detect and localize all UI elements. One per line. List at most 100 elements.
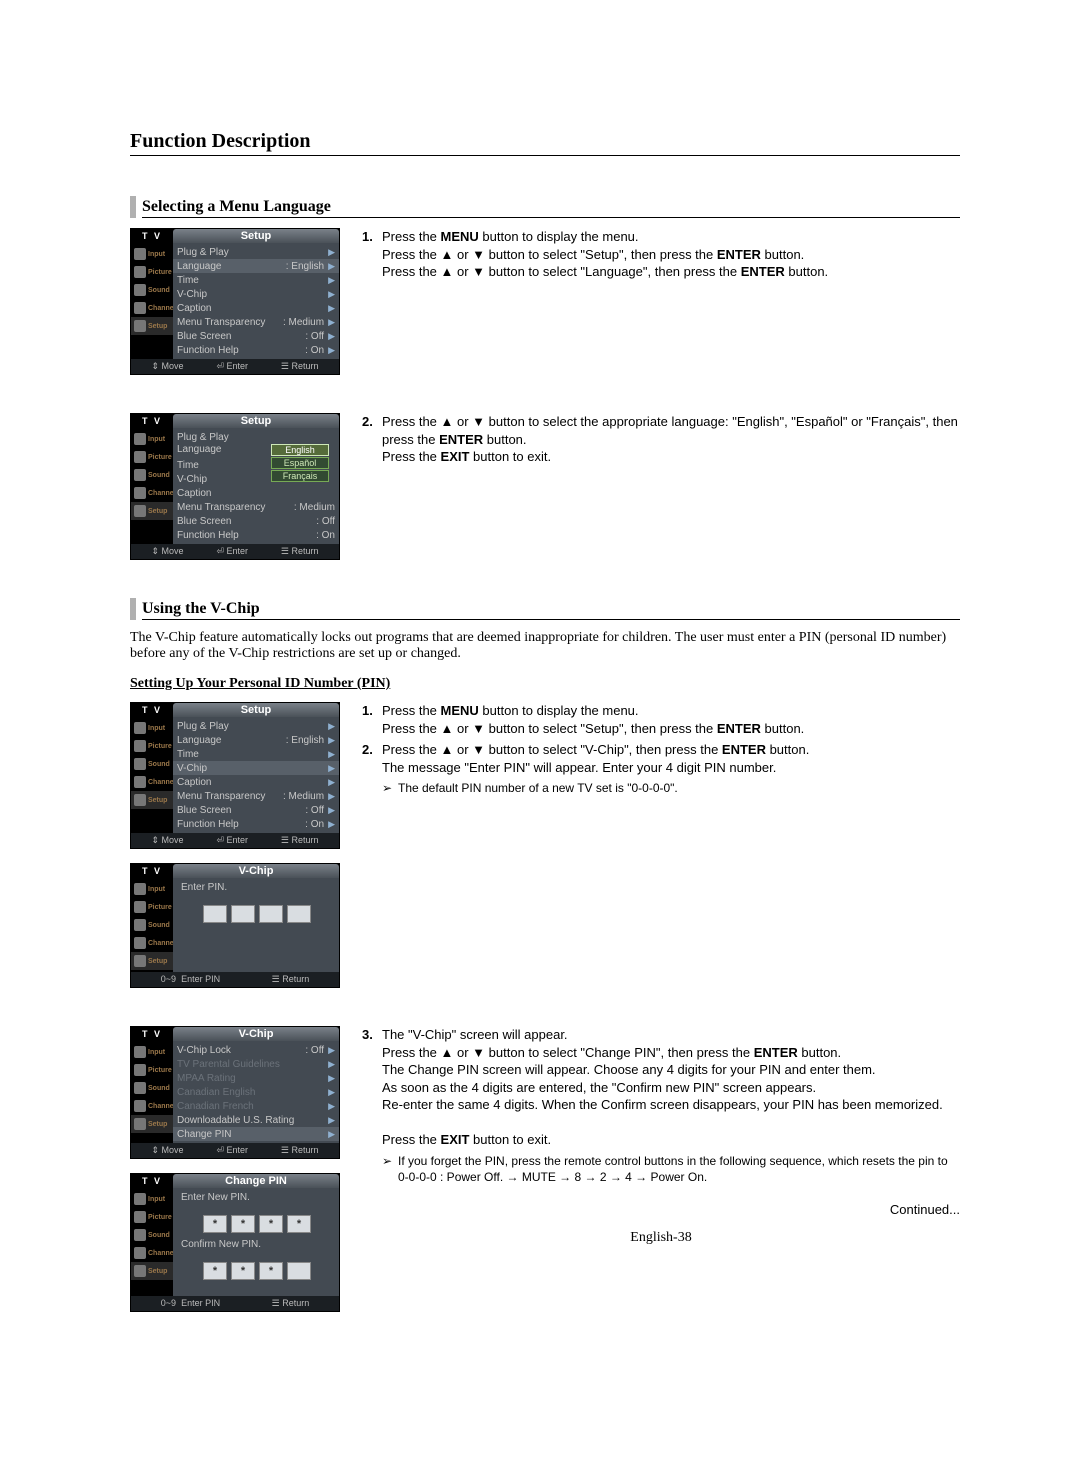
pin-digit-input[interactable]: * — [231, 1262, 255, 1280]
chevron-right-icon: ▶ — [328, 289, 335, 300]
pin-digit-input[interactable]: * — [287, 1215, 311, 1233]
row-tv-parental: TV Parental Guidelines▶ — [173, 1057, 339, 1071]
enter-pin-block: Enter PIN. . . . . — [173, 878, 339, 972]
row-functionhelp[interactable]: Function Help — [177, 530, 316, 541]
chevron-right-icon: ▶ — [328, 331, 335, 342]
pin-digit-input[interactable]: * — [203, 1262, 227, 1280]
pin-digit-input[interactable]: * — [259, 1215, 283, 1233]
pin-digit-input[interactable]: * — [203, 1215, 227, 1233]
sidebar-item-sound[interactable]: Sound — [148, 1085, 170, 1092]
row-bluescreen[interactable]: Blue Screen: Off▶ — [173, 329, 339, 343]
chevron-right-icon: ▶ — [328, 247, 335, 258]
pin-digit-input[interactable]: * — [259, 1262, 283, 1280]
sidebar-item-sound[interactable]: Sound — [148, 472, 170, 479]
step-text: Press the MENU button to display the men… — [382, 228, 960, 281]
pin-digit-input[interactable]: . — [231, 905, 255, 923]
sidebar-item-setup[interactable]: Setup — [148, 1268, 167, 1275]
pin-digit-input[interactable]: . — [203, 905, 227, 923]
sidebar-item-picture[interactable]: Picture — [148, 743, 172, 750]
setup-icon — [134, 320, 146, 332]
row-vchip[interactable]: V-Chip▶ — [173, 287, 339, 301]
sidebar-item-input[interactable]: Input — [148, 251, 165, 258]
picture-icon — [134, 740, 146, 752]
step-number: 2. — [362, 413, 382, 466]
row-caption[interactable]: Caption▶ — [173, 301, 339, 315]
row-plug-play[interactable]: Plug & Play▶ — [173, 245, 339, 259]
row-language-expanded[interactable]: Language — [177, 444, 253, 455]
input-icon — [134, 1046, 146, 1058]
row-time[interactable]: Time▶ — [173, 747, 339, 761]
sidebar-item-setup[interactable]: Setup — [148, 797, 167, 804]
row-time[interactable]: Time▶ — [173, 273, 339, 287]
row-transparency[interactable]: Menu Transparency — [177, 502, 294, 513]
sidebar-item-setup[interactable]: Setup — [148, 1121, 167, 1128]
row-bluescreen[interactable]: Blue Screen: Off▶ — [173, 803, 339, 817]
new-pin-hint: Enter New PIN. — [181, 1192, 333, 1203]
picture-icon — [134, 451, 146, 463]
row-plug-play[interactable]: Plug & Play▶ — [173, 719, 339, 733]
row-downloadable-us[interactable]: Downloadable U.S. Rating▶ — [173, 1113, 339, 1127]
row-plug-play[interactable]: Plug & Play — [177, 432, 335, 443]
sidebar-item-setup[interactable]: Setup — [148, 508, 167, 515]
row-vchip-lock[interactable]: V-Chip Lock: Off▶ — [173, 1043, 339, 1057]
sidebar-item-sound[interactable]: Sound — [148, 922, 170, 929]
row-vchip[interactable]: V-Chip▶ — [173, 761, 339, 775]
sidebar-item-setup[interactable]: Setup — [148, 958, 167, 965]
sidebar-item-setup[interactable]: Setup — [148, 323, 167, 330]
row-functionhelp[interactable]: Function Help: On▶ — [173, 343, 339, 357]
pin-digit-input[interactable]: . — [259, 905, 283, 923]
pin-digit-input[interactable]: . — [287, 1262, 311, 1280]
sidebar-item-channel[interactable]: Channel — [148, 305, 176, 312]
sidebar-item-input[interactable]: Input — [148, 886, 165, 893]
sidebar-item-picture[interactable]: Picture — [148, 454, 172, 461]
sidebar-item-input[interactable]: Input — [148, 725, 165, 732]
row-transparency[interactable]: Menu Transparency: Medium▶ — [173, 789, 339, 803]
tv-label: T V — [131, 864, 173, 878]
row-caption[interactable]: Caption — [177, 488, 335, 499]
vchip-subheading: Setting Up Your Personal ID Number (PIN) — [130, 676, 960, 692]
sidebar-item-picture[interactable]: Picture — [148, 904, 172, 911]
menu-sidebar: Input Picture Sound Channel Setup — [131, 717, 173, 833]
row-time[interactable]: Time — [177, 460, 335, 471]
tv-menu-enter-pin-panel: T V V-Chip Input Picture Sound Channel S… — [130, 863, 340, 988]
row-language[interactable]: Language: English▶ — [173, 733, 339, 747]
panel-bottombar: ⇕ Move ⏎ Enter ☰ Return — [131, 833, 339, 848]
panel-column: T V V-Chip Input Picture Sound Channel S… — [130, 1026, 340, 1326]
sidebar-item-picture[interactable]: Picture — [148, 1214, 172, 1221]
sound-icon — [134, 284, 146, 296]
row-functionhelp[interactable]: Function Help: On▶ — [173, 817, 339, 831]
row-bluescreen[interactable]: Blue Screen — [177, 516, 316, 527]
sidebar-item-sound[interactable]: Sound — [148, 287, 170, 294]
note-arrow-icon: ➢ — [382, 1153, 398, 1185]
sidebar-item-sound[interactable]: Sound — [148, 761, 170, 768]
sidebar-item-picture[interactable]: Picture — [148, 269, 172, 276]
row-transparency[interactable]: Menu Transparency: Medium▶ — [173, 315, 339, 329]
picture-icon — [134, 266, 146, 278]
return-hint: ☰ Return — [281, 361, 319, 372]
lang-option-english[interactable]: English — [271, 444, 329, 456]
sidebar-item-input[interactable]: Input — [148, 1196, 165, 1203]
sidebar-item-channel[interactable]: Channel — [148, 1103, 176, 1110]
tv-menu-setup-panel: T V Setup Input Picture Sound Channel Se… — [130, 228, 340, 375]
row-vchip[interactable]: V-Chip — [177, 474, 335, 485]
sidebar-item-channel[interactable]: Channel — [148, 490, 176, 497]
sidebar-item-sound[interactable]: Sound — [148, 1232, 170, 1239]
sidebar-item-channel[interactable]: Channel — [148, 779, 176, 786]
row-caption[interactable]: Caption▶ — [173, 775, 339, 789]
instruction-text: 2. Press the ▲ or ▼ button to select the… — [340, 413, 960, 470]
sidebar-item-input[interactable]: Input — [148, 1049, 165, 1056]
row-language[interactable]: Language: English▶ — [173, 259, 339, 273]
chevron-right-icon: ▶ — [328, 275, 335, 286]
panel-column: T V Setup Input Picture Sound Channel Se… — [130, 228, 340, 389]
setup-icon — [134, 1265, 146, 1277]
sidebar-item-channel[interactable]: Channel — [148, 940, 176, 947]
row-change-pin[interactable]: Change PIN▶ — [173, 1127, 339, 1141]
picture-icon — [134, 901, 146, 913]
sidebar-item-picture[interactable]: Picture — [148, 1067, 172, 1074]
note-line: ➢ The default PIN number of a new TV set… — [382, 780, 960, 796]
sidebar-item-channel[interactable]: Channel — [148, 1250, 176, 1257]
pin-digit-input[interactable]: * — [231, 1215, 255, 1233]
tv-label: T V — [131, 1027, 173, 1041]
pin-digit-input[interactable]: . — [287, 905, 311, 923]
sidebar-item-input[interactable]: Input — [148, 436, 165, 443]
